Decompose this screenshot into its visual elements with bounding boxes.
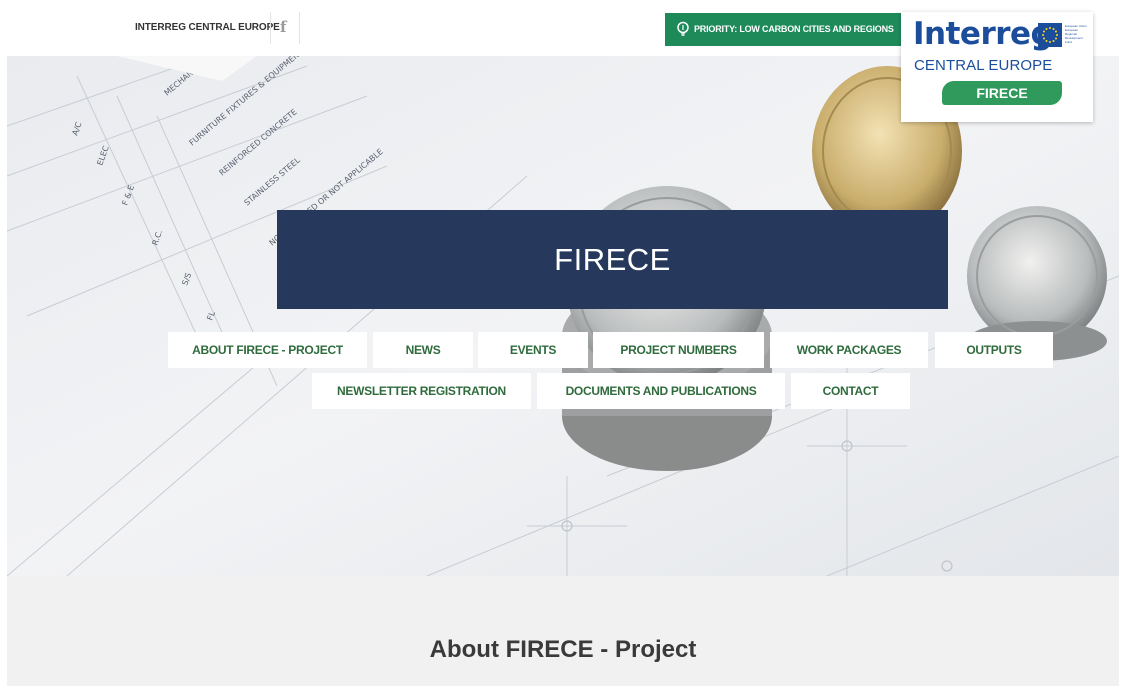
nav-outputs[interactable]: OUTPUTS <box>935 332 1053 368</box>
hero-banner: MECHANICAL & ELECTRICAL FURNITURE FIXTUR… <box>7 56 1119 576</box>
project-badge: FIRECE <box>942 81 1062 105</box>
hero-background-image: MECHANICAL & ELECTRICAL FURNITURE FIXTUR… <box>7 56 1119 576</box>
about-section: About FIRECE - Project <box>7 576 1119 686</box>
priority-banner[interactable]: PRIORITY: LOW CARBON CITIES AND REGIONS <box>665 13 901 46</box>
lightbulb-icon <box>677 21 689 36</box>
nav-about-firece-project[interactable]: ABOUT FIRECE - PROJECT <box>168 332 367 368</box>
about-heading: About FIRECE - Project <box>429 636 697 663</box>
nav-project-numbers[interactable]: PROJECT NUMBERS <box>593 332 764 368</box>
facebook-icon: f <box>280 18 287 36</box>
priority-label: PRIORITY: LOW CARBON CITIES AND REGIONS <box>694 24 894 34</box>
nav-newsletter-registration[interactable]: NEWSLETTER REGISTRATION <box>312 373 531 409</box>
interreg-logo[interactable]: Interreg European Union European Regiona… <box>901 12 1093 122</box>
interreg-central-europe-link[interactable]: INTERREG CENTRAL EUROPE <box>135 0 280 56</box>
hero-title: FIRECE <box>554 242 671 277</box>
nav-contact[interactable]: CONTACT <box>791 373 910 409</box>
hero-title-box: FIRECE <box>277 210 948 309</box>
nav-documents-and-publications[interactable]: DOCUMENTS AND PUBLICATIONS <box>537 373 785 409</box>
nav-news[interactable]: NEWS <box>373 332 473 368</box>
eu-flag-icon <box>1038 23 1062 47</box>
nav-events[interactable]: EVENTS <box>478 332 588 368</box>
logo-subtitle: CENTRAL EUROPE <box>914 57 1053 74</box>
facebook-link[interactable]: f <box>270 12 300 44</box>
logo-wordmark: Interreg <box>913 16 1053 52</box>
eu-fund-text: European Union European Regional Develop… <box>1065 24 1087 44</box>
nav-work-packages[interactable]: WORK PACKAGES <box>770 332 928 368</box>
